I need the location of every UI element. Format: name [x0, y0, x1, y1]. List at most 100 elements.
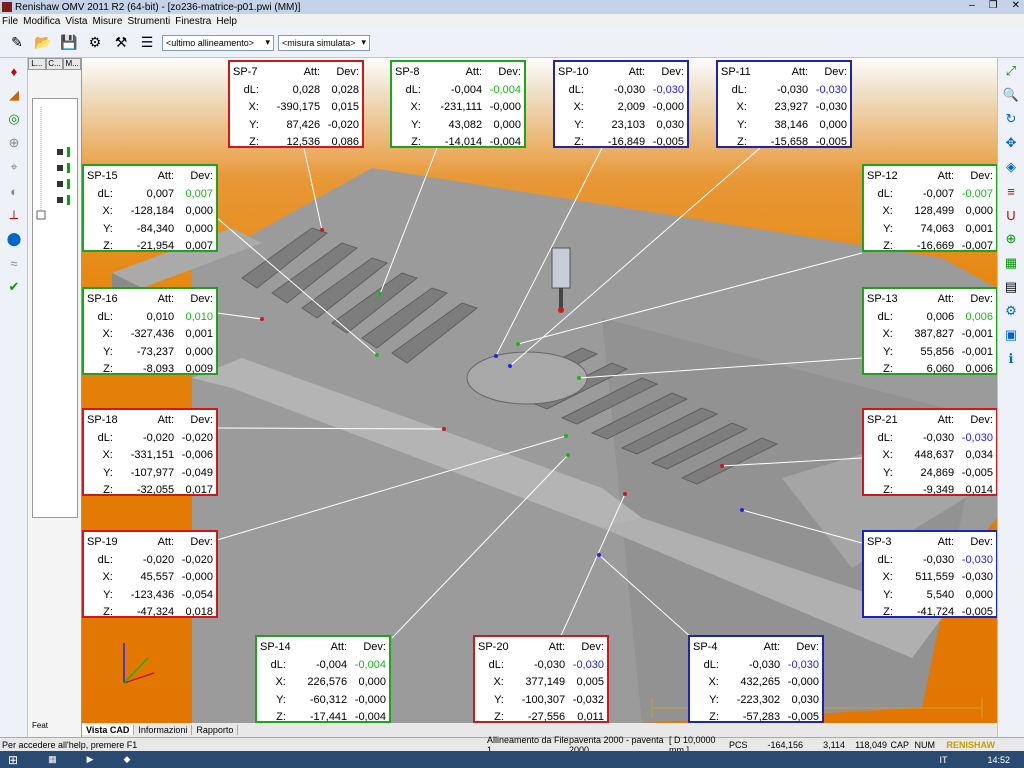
cylinder-tool-icon[interactable]: ⬤	[3, 228, 25, 250]
dl-att-value: 0,010	[146, 310, 175, 323]
callout-row: X: -327,436 0,001	[87, 326, 213, 344]
settings-icon[interactable]: ⚙	[1000, 300, 1022, 322]
z-dev-value: 0,006	[965, 363, 993, 375]
layers-icon[interactable]: ≡	[1000, 180, 1022, 202]
callout-sp-10[interactable]: SP-10 Att: Dev: dL: -0,030 -0,030 X: 2,009 -0,00…	[553, 60, 689, 148]
open-folder-icon[interactable]: 📂	[32, 32, 54, 54]
x-att-value: 387,827	[914, 328, 955, 340]
dev-header: Dev:	[190, 293, 213, 305]
callout-row: dL: -0,030 -0,030	[693, 657, 819, 675]
tab-informazioni[interactable]: Informazioni	[134, 725, 193, 735]
minimize-icon[interactable]: –	[969, 0, 975, 11]
x-label: X:	[882, 205, 893, 217]
app-taskbar-icon[interactable]: ◆	[124, 754, 131, 765]
menu-misure[interactable]: Misure	[92, 16, 122, 27]
start-icon[interactable]: ⊞	[8, 753, 18, 767]
tab-rapporto[interactable]: Rapporto	[192, 725, 239, 735]
callout-sp-16[interactable]: SP-16 Att: Dev: dL: 0,010 0,010 X: -327,436 0,00…	[82, 287, 218, 375]
menu-file[interactable]: File	[2, 16, 18, 27]
callout-sp-21[interactable]: SP-21 Att: Dev: dL: -0,030 -0,030 X: 448,637 0,0…	[862, 408, 997, 496]
menu-vista[interactable]: Vista	[65, 16, 87, 27]
tree-tab-c[interactable]: C...	[45, 58, 64, 70]
callout-sp-8[interactable]: SP-8 Att: Dev: dL: -0,004 -0,004 X: -231,111 -0,…	[390, 60, 526, 148]
menu-strumenti[interactable]: Strumenti	[127, 16, 170, 27]
pan-icon[interactable]: ✥	[1000, 132, 1022, 154]
save-icon[interactable]: 💾	[58, 32, 80, 54]
y-label: Y:	[249, 118, 259, 131]
callout-sp-19[interactable]: SP-19 Att: Dev: dL: -0,020 -0,020 X: 45,557 -0,0…	[82, 530, 218, 618]
callout-sp-12[interactable]: SP-12 Att: Dev: dL: -0,007 -0,007 X: 128,499 0,0…	[862, 164, 997, 252]
menu-finestra[interactable]: Finestra	[175, 16, 211, 27]
y-att-value: 23,103	[611, 118, 646, 131]
document-icon[interactable]: ▤	[1000, 276, 1022, 298]
list-icon[interactable]: ☰	[136, 32, 158, 54]
menu-modifica[interactable]: Modifica	[23, 16, 60, 27]
maximize-icon[interactable]: ❐	[989, 0, 998, 11]
dev-header: Dev:	[970, 170, 993, 182]
y-att-value: -223,302	[736, 693, 781, 706]
att-header: Att:	[937, 170, 955, 182]
axis-tool-icon[interactable]: ⟂	[3, 204, 25, 226]
measure-select[interactable]: <misura simulata> ▾	[278, 34, 370, 51]
x-att-value: 377,149	[525, 676, 566, 688]
callout-row: dL: 0,007 0,007	[87, 186, 213, 204]
att-header: Att:	[157, 536, 175, 548]
circle-tool-icon[interactable]: ◎	[3, 108, 25, 130]
magnet-icon[interactable]: U	[1000, 204, 1022, 226]
callout-row: dL: 0,010 0,010	[87, 309, 213, 327]
callout-sp-15[interactable]: SP-15 Att: Dev: dL: 0,007 0,007 X: -128,184 0,00…	[82, 164, 218, 252]
rotate-icon[interactable]: ↻	[1000, 108, 1022, 130]
tab-vista-cad[interactable]: Vista CAD	[82, 725, 135, 735]
att-header: Att:	[157, 170, 175, 182]
cad-model[interactable]	[82, 58, 997, 723]
curve-tool-icon[interactable]: ≈	[3, 252, 25, 274]
dl-dev-value: -0,030	[572, 658, 604, 671]
callout-sp-18[interactable]: SP-18 Att: Dev: dL: -0,020 -0,020 X: -331,151 -0…	[82, 408, 218, 496]
z-dev-value: 0,011	[577, 711, 604, 723]
status-y: 3,114	[823, 739, 845, 750]
callout-sp-4[interactable]: SP-4 Att: Dev: dL: -0,030 -0,030 X: 432,265 -0,0…	[688, 635, 824, 723]
wand-icon[interactable]: ✎	[6, 32, 28, 54]
cad-viewport[interactable]: SP-7 Att: Dev: dL: 0,028 0,028 X: -390,175 0,015…	[82, 58, 997, 723]
callout-sp-20[interactable]: SP-20 Att: Dev: dL: -0,030 -0,030 X: 377,149 0,0…	[473, 635, 609, 723]
globe-icon[interactable]: ⊕	[1000, 228, 1022, 250]
info-icon[interactable]: ℹ	[1000, 348, 1022, 370]
view-iso-icon[interactable]: ◈	[1000, 156, 1022, 178]
callout-row: Z: -41,724 -0,005	[867, 604, 993, 622]
media-icon[interactable]: ▶	[87, 754, 94, 765]
toolbar: ✎ 📂 💾 ⚙ ⚒ ☰ <ultimo allineamento> ▾ <misu…	[0, 28, 1024, 58]
y-dev-value: -0,032	[572, 693, 604, 706]
callout-sp-14[interactable]: SP-14 Att: Dev: dL: -0,004 -0,004 X: 226,576 0,0…	[255, 635, 391, 723]
callout-sp-13[interactable]: SP-13 Att: Dev: dL: 0,006 0,006 X: 387,827 -0,00…	[862, 287, 997, 375]
x-dev-value: -0,000	[489, 101, 521, 113]
tree-tab-l[interactable]: L...	[28, 58, 46, 70]
menu-help[interactable]: Help	[216, 16, 237, 27]
alignment-select[interactable]: <ultimo allineamento> ▾	[162, 34, 274, 51]
feature-tree[interactable]	[32, 98, 78, 518]
x-label: X:	[248, 101, 259, 113]
zoom-icon[interactable]: 🔍	[1000, 84, 1022, 106]
tree-tab-m[interactable]: M...	[63, 58, 82, 70]
sphere-tool-icon[interactable]: ◐	[3, 180, 25, 202]
grid-icon[interactable]: ▦	[1000, 252, 1022, 274]
callout-row: Z: -8,093 0,009	[87, 361, 213, 379]
x-label: X:	[708, 676, 719, 688]
z-att-value: -9,349	[922, 484, 955, 496]
callout-sp-3[interactable]: SP-3 Att: Dev: dL: -0,030 -0,030 X: 511,559 -0,0…	[862, 530, 997, 618]
probe-icon[interactable]: ⚒	[110, 32, 132, 54]
display-icon[interactable]: ▣	[1000, 324, 1022, 346]
point-tool-icon[interactable]: ⌖	[3, 156, 25, 178]
explorer-icon[interactable]: ▦	[48, 754, 57, 765]
callout-row: Z: 12,536 0,086	[233, 134, 359, 152]
check-tool-icon[interactable]: ✔	[3, 276, 25, 298]
target-tool-icon[interactable]: ⊕	[3, 132, 25, 154]
zoom-fit-icon[interactable]: ⤢	[1000, 60, 1022, 82]
dev-header: Dev:	[661, 66, 684, 78]
lang-indicator[interactable]: IT	[939, 755, 947, 765]
machine-icon[interactable]: ⚙	[84, 32, 106, 54]
callout-sp-11[interactable]: SP-11 Att: Dev: dL: -0,030 -0,030 X: 23,927 -0,0…	[716, 60, 852, 148]
probe-tool-icon[interactable]: ♦	[3, 60, 25, 82]
close-icon[interactable]: ✕	[1012, 0, 1020, 11]
callout-sp-7[interactable]: SP-7 Att: Dev: dL: 0,028 0,028 X: -390,175 0,015…	[228, 60, 364, 148]
plane-tool-icon[interactable]: ◢	[3, 84, 25, 106]
